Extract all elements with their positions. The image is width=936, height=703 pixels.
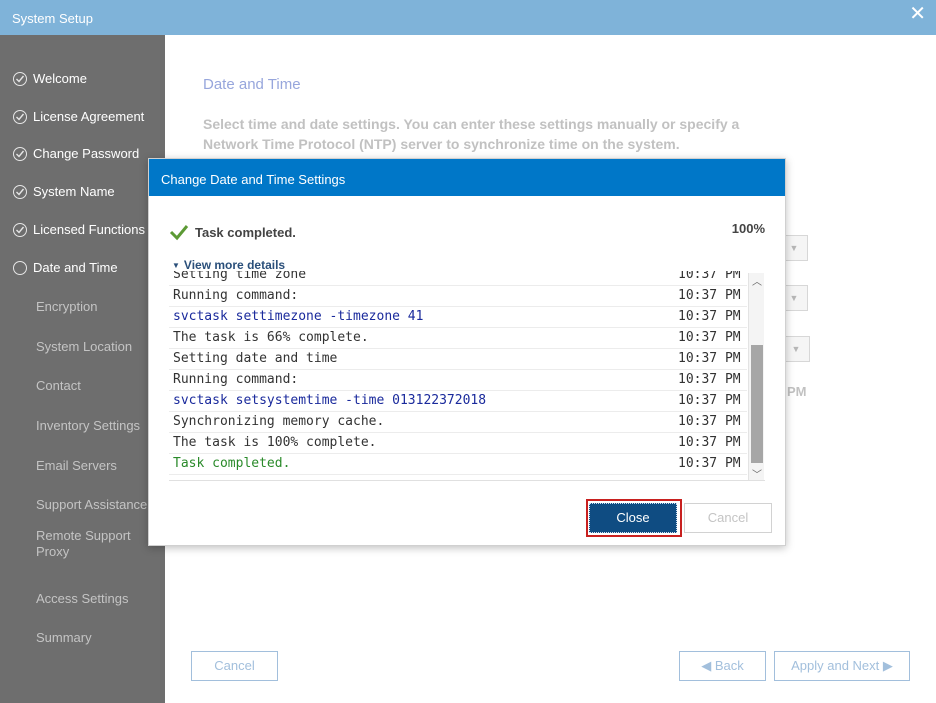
sidebar-step-label: Support Assistance [36, 497, 148, 512]
sidebar-step-label: Inventory Settings [36, 418, 141, 433]
close-icon[interactable]: ✕ [909, 4, 926, 24]
log-row: The task is 66% complete. 10:37 PM [169, 328, 747, 349]
log-row: Setting date and time 10:37 PM [169, 349, 747, 370]
check-circle-icon [13, 147, 27, 161]
log-row: The task is 100% complete. 10:37 PM [169, 433, 747, 454]
log-time: 10:37 PM [678, 330, 741, 345]
log-time: 10:37 PM [678, 393, 741, 408]
title-bar: System Setup ✕ [0, 0, 936, 35]
log-time: 10:37 PM [678, 372, 741, 387]
sidebar-step-label: Date and Time [33, 260, 118, 275]
log-message: Task completed. [173, 456, 291, 471]
log-time: 10:37 PM [678, 271, 741, 282]
log-message: Setting time zone [173, 271, 307, 282]
log-message: The task is 100% complete. [173, 435, 377, 450]
log-time: 10:37 PM [678, 351, 741, 366]
sidebar-step-label: Access Settings [36, 591, 129, 606]
log-time: 10:37 PM [678, 435, 741, 450]
log-time: 10:37 PM [678, 456, 741, 471]
sidebar-step-label: Email Servers [36, 458, 117, 473]
sidebar-step-label: Licensed Functions [33, 222, 146, 237]
view-more-details-toggle[interactable]: ▼ View more details [172, 258, 285, 272]
circle-icon [13, 261, 27, 275]
log-time: 10:37 PM [678, 309, 741, 324]
log-row: Synchronizing memory cache. 10:37 PM [169, 412, 747, 433]
window-title: System Setup [12, 11, 93, 26]
sidebar-step-label: Remote Support Proxy [36, 528, 131, 559]
scroll-up-icon[interactable]: ︿ [749, 273, 765, 288]
log-message: svctask setsystemtime -time 013122372018 [173, 393, 487, 408]
log-time: 10:37 PM [678, 414, 741, 429]
log-row: Setting time zone 10:37 PM [169, 271, 747, 286]
log-row: svctask settimezone -timezone 41 10:37 PM [169, 307, 747, 328]
close-button[interactable]: Close [589, 503, 677, 533]
check-circle-icon [13, 110, 27, 124]
view-more-details-label: View more details [183, 258, 286, 272]
wizard-sidebar: Welcome License Agreement Change Password S… [0, 35, 165, 703]
log-message: The task is 66% complete. [173, 330, 369, 345]
sidebar-step-label: System Location [36, 339, 133, 354]
task-log: Task completed. 10:37 PM The task is 100% … [169, 271, 765, 481]
checkmark-icon [169, 223, 189, 246]
dialog-header: Change Date and Time Settings [149, 159, 785, 196]
sidebar-step-label: License Agreement [33, 109, 145, 124]
dialog-title: Change Date and Time Settings [161, 172, 346, 187]
log-message: Setting date and time [173, 351, 338, 366]
sidebar-step-label: System Name [33, 184, 115, 199]
scroll-down-icon[interactable]: ﹀ [749, 466, 765, 480]
sidebar-step-label: Contact [36, 378, 81, 393]
check-circle-icon [13, 223, 27, 237]
log-row: Running command: 10:37 PM [169, 370, 747, 391]
caret-down-icon: ▼ [172, 261, 180, 270]
log-row: svctask setsystemtime -time 013122372018… [169, 391, 747, 412]
log-message: Running command: [173, 372, 299, 387]
log-message: Running command: [173, 288, 299, 303]
dialog-cancel-button[interactable]: Cancel [684, 503, 772, 533]
sidebar-step-label: Welcome [33, 71, 87, 86]
log-row: Running command: 10:37 PM [169, 286, 747, 307]
progress-percent: 100% [731, 221, 765, 236]
sidebar-step-label: Summary [36, 630, 92, 645]
log-message: Synchronizing memory cache. [173, 414, 385, 429]
log-scrollbar[interactable]: ︿ ﹀ [748, 273, 765, 480]
sidebar-step-label: Change Password [33, 146, 140, 161]
log-row: Task completed. 10:37 PM [169, 454, 747, 475]
log-time: 10:37 PM [678, 288, 741, 303]
check-circle-icon [13, 72, 27, 86]
change-date-time-dialog: Change Date and Time Settings Task compl… [148, 158, 786, 546]
sidebar-step-label: Encryption [36, 299, 98, 314]
task-status-text: Task completed. [195, 225, 296, 240]
check-circle-icon [13, 185, 27, 199]
scrollbar-thumb[interactable] [751, 345, 763, 463]
log-message: svctask settimezone -timezone 41 [173, 309, 424, 324]
